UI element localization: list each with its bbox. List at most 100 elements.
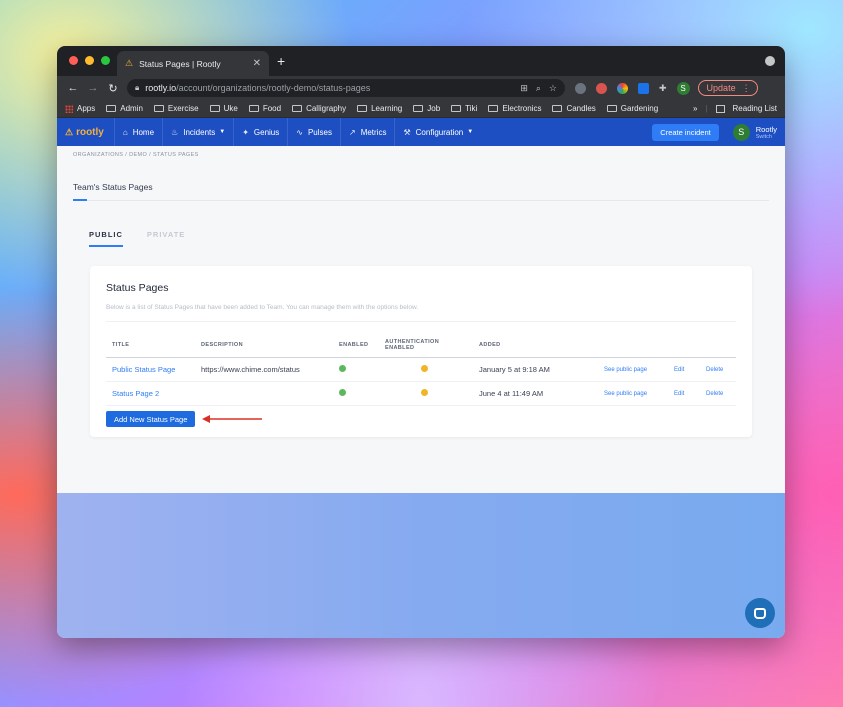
bookmark-star-icon[interactable]: ☆ — [549, 83, 557, 94]
reading-list-button[interactable]: Reading List — [733, 104, 777, 113]
puzzle-icon[interactable]: ✚ — [659, 83, 667, 94]
bookmark-folder[interactable]: Food — [248, 104, 281, 113]
forward-icon[interactable]: → — [83, 82, 103, 94]
auth-enabled-cell — [379, 381, 473, 406]
edit-link[interactable]: Edit — [668, 381, 700, 406]
breadcrumb: ORGANIZATIONS / DEMO / STATUS PAGES — [73, 152, 199, 158]
bookmark-folder[interactable]: Calligraphy — [292, 104, 346, 113]
zoom-icon[interactable]: ⌕ — [536, 83, 541, 94]
bookmark-folder[interactable]: Tiki — [451, 104, 477, 113]
url-path: /account/organizations/rootly-demo/statu… — [176, 83, 371, 93]
delete-link[interactable]: Delete — [700, 357, 736, 382]
table-header-row: TITLE DESCRIPTION ENABLED AUTHENTICATION… — [106, 336, 736, 358]
app-navbar: ⚠ rootly ⌂ Home ♨ Incidents ▼ ✦ Genius ∿… — [57, 118, 785, 146]
bookmark-folder[interactable]: Exercise — [153, 104, 199, 113]
bookmark-label: Admin — [120, 104, 143, 113]
table-row: Status Page 2 June 4 at 11:49 AM See pub… — [106, 381, 736, 406]
nav-genius[interactable]: ✦ Genius — [233, 118, 287, 146]
bookmark-label: Job — [427, 104, 441, 113]
user-menu[interactable]: S Rootly Switch — [732, 123, 777, 141]
nav-home[interactable]: ⌂ Home — [113, 118, 162, 146]
bookmark-folder[interactable]: Job — [413, 104, 440, 113]
add-new-status-page-button[interactable]: Add New Status Page — [106, 411, 196, 427]
nav-incidents[interactable]: ♨ Incidents ▼ — [162, 118, 233, 146]
bookmark-folder[interactable]: Candles — [552, 104, 596, 113]
title-underline — [73, 199, 87, 201]
status-page-title-link[interactable]: Public Status Page — [106, 357, 195, 382]
more-bookmarks-icon[interactable]: » — [693, 104, 697, 113]
folder-icon — [488, 105, 499, 112]
new-tab-icon[interactable]: + — [277, 53, 285, 69]
browser-window: ⚠ Status Pages | Rootly ✕ + ← → ↻ 🔒︎ roo… — [57, 46, 785, 638]
folder-icon — [451, 105, 462, 112]
folder-icon — [153, 105, 164, 112]
translate-icon[interactable]: ⊞ — [520, 83, 528, 94]
bookmark-folder[interactable]: Electronics — [488, 104, 541, 113]
reading-list-icon — [715, 104, 725, 113]
enabled-status-dot — [339, 389, 346, 396]
lock-icon: 🔒︎ — [135, 83, 140, 92]
chevron-down-icon: ▼ — [467, 129, 474, 135]
column-header — [598, 336, 668, 358]
bookmark-label: Learning — [371, 104, 403, 113]
browser-tab[interactable]: ⚠ Status Pages | Rootly ✕ — [117, 51, 269, 76]
card-divider — [106, 321, 736, 322]
nav-configuration[interactable]: ⚒ Configuration ▼ — [394, 118, 481, 146]
close-window-button[interactable] — [69, 56, 78, 65]
url-host: rootly.io — [145, 83, 177, 93]
red-extension-icon[interactable] — [596, 82, 607, 94]
nav-metrics[interactable]: ↗ Metrics — [339, 118, 394, 146]
chevron-down-icon: ▼ — [219, 129, 226, 135]
color-extension-icon[interactable] — [617, 82, 628, 94]
column-header: DESCRIPTION — [195, 336, 333, 358]
delete-link[interactable]: Delete — [700, 381, 736, 406]
bookmark-folder[interactable]: Learning — [357, 104, 402, 113]
back-icon[interactable]: ← — [63, 82, 83, 94]
home-icon: ⌂ — [122, 127, 128, 137]
see-public-page-link[interactable]: See public page — [598, 381, 668, 406]
shield-extension-icon[interactable] — [575, 82, 586, 94]
bookmark-folder[interactable]: Uke — [209, 104, 238, 113]
browser-menu-icon[interactable] — [765, 56, 775, 66]
create-incident-button[interactable]: Create incident — [652, 123, 719, 141]
nav-pulses[interactable]: ∿ Pulses — [287, 118, 340, 146]
page-title: Team's Status Pages — [73, 182, 153, 192]
nav-label: Incidents — [183, 127, 216, 137]
chat-launcher-button[interactable] — [745, 598, 775, 628]
profile-avatar[interactable]: S — [676, 81, 690, 95]
bookmark-folder[interactable]: Gardening — [606, 104, 658, 113]
folder-icon — [413, 105, 424, 112]
bookmark-folder[interactable]: Admin — [106, 104, 143, 113]
reload-icon[interactable]: ↻ — [103, 82, 123, 95]
window-controls — [69, 56, 110, 65]
edit-link[interactable]: Edit — [668, 357, 700, 382]
bookmark-label: Calligraphy — [306, 104, 347, 113]
tab-public[interactable]: PUBLIC — [89, 230, 123, 247]
update-label: Update — [706, 83, 736, 93]
status-page-title-link[interactable]: Status Page 2 — [106, 381, 195, 406]
url-bar[interactable]: 🔒︎ rootly.io /account/organizations/root… — [127, 79, 565, 97]
bookmark-apps[interactable]: Apps — [65, 104, 95, 113]
nav-label: Genius — [253, 127, 280, 137]
user-switch: Switch — [755, 133, 772, 140]
maximize-window-button[interactable] — [101, 56, 110, 65]
column-header: ENABLED — [333, 336, 379, 358]
update-button[interactable]: Update ⋮ — [697, 80, 758, 96]
folder-icon — [209, 105, 220, 112]
folder-icon — [606, 105, 617, 112]
card-title: Status Pages — [106, 282, 169, 294]
rootly-logo[interactable]: ⚠ rootly — [65, 127, 104, 138]
visibility-tabs: PUBLIC PRIVATE — [89, 230, 185, 247]
enabled-status-dot — [339, 365, 346, 372]
tab-private[interactable]: PRIVATE — [147, 230, 185, 247]
minimize-window-button[interactable] — [85, 56, 94, 65]
column-header — [668, 336, 700, 358]
blue-extension-icon[interactable] — [638, 82, 649, 94]
more-vert-icon: ⋮ — [741, 82, 751, 93]
annotation-arrow-icon — [202, 415, 262, 423]
column-header: AUTHENTICATION ENABLED — [379, 336, 473, 358]
close-tab-icon[interactable]: ✕ — [253, 58, 261, 69]
status-page-description — [195, 381, 333, 406]
see-public-page-link[interactable]: See public page — [598, 357, 668, 382]
sparkle-icon: ✦ — [242, 127, 249, 137]
